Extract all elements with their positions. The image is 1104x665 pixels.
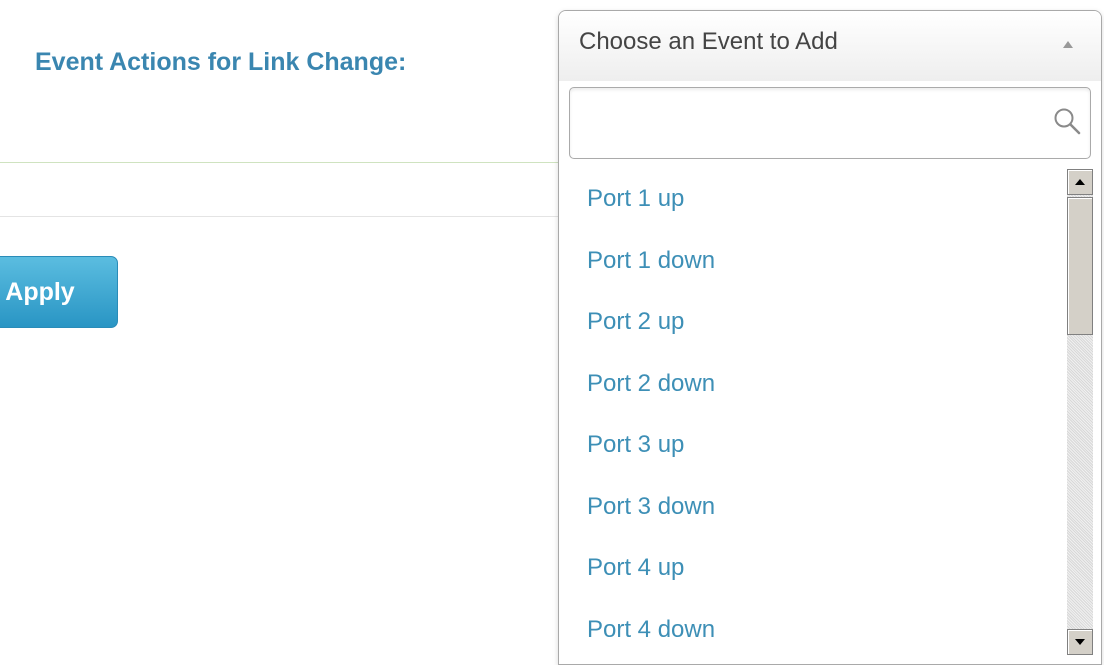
apply-button[interactable]: Apply bbox=[0, 256, 118, 328]
list-item[interactable]: Port 4 up bbox=[559, 538, 1063, 600]
event-dropdown[interactable]: Choose an Event to Add Port 1 up Port 1 … bbox=[558, 10, 1102, 665]
divider bbox=[0, 162, 560, 163]
list-item[interactable]: Port 3 down bbox=[559, 477, 1063, 539]
list-item[interactable]: Port 2 up bbox=[559, 292, 1063, 354]
list-item[interactable]: Port 1 down bbox=[559, 231, 1063, 293]
search-input[interactable] bbox=[570, 88, 1040, 158]
options-list: Port 1 up Port 1 down Port 2 up Port 2 d… bbox=[559, 169, 1063, 655]
dropdown-selected-label: Choose an Event to Add bbox=[579, 28, 838, 55]
scrollbar[interactable] bbox=[1067, 169, 1093, 655]
list-item[interactable]: Port 1 up bbox=[559, 169, 1063, 231]
scroll-up-button[interactable] bbox=[1067, 169, 1093, 195]
search-box bbox=[569, 87, 1091, 159]
field-label: Event Actions for Link Change: bbox=[35, 48, 407, 76]
list-item[interactable]: Port 4 down bbox=[559, 600, 1063, 656]
divider bbox=[0, 216, 560, 217]
dropdown-toggle[interactable]: Choose an Event to Add bbox=[559, 11, 1101, 81]
arrow-down-icon bbox=[1075, 639, 1085, 645]
scroll-down-button[interactable] bbox=[1067, 629, 1093, 655]
list-item[interactable]: Port 3 up bbox=[559, 415, 1063, 477]
list-item[interactable]: Port 2 down bbox=[559, 354, 1063, 416]
scroll-thumb[interactable] bbox=[1067, 197, 1093, 335]
arrow-up-icon bbox=[1063, 41, 1073, 48]
search-icon bbox=[1054, 108, 1081, 135]
arrow-up-icon bbox=[1075, 179, 1085, 185]
